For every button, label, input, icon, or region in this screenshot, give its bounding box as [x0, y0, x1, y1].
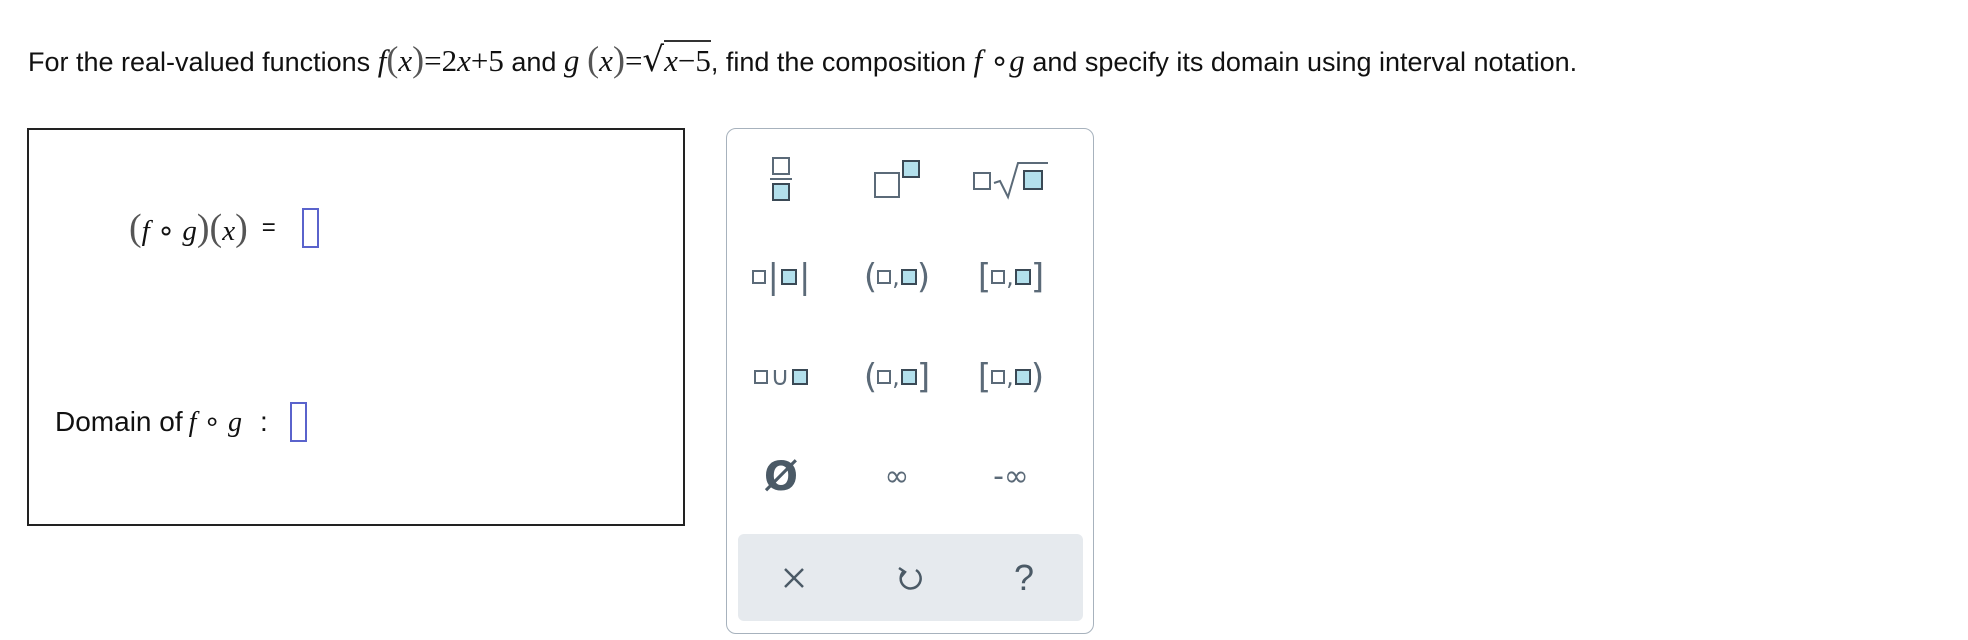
f-definition: f(x)=2x+5 — [377, 39, 504, 79]
domain-symbol: f ∘ g — [188, 407, 242, 438]
box-icon — [900, 269, 917, 285]
answer-area: (f ∘ g)(x) = Domain of f ∘ g : — [27, 128, 685, 526]
open-bracket-icon: [ — [977, 357, 992, 397]
action-bar: ? — [738, 534, 1083, 621]
box-icon — [781, 269, 797, 285]
domain-label: Domain of — [55, 406, 183, 437]
domain-row: Domain of f ∘ g : — [55, 402, 307, 442]
question-prefix: For the real-valued functions — [28, 47, 371, 77]
domain-colon: : — [259, 406, 268, 437]
box-icon — [754, 370, 769, 384]
negative-infinity-button[interactable]: -∞ — [961, 447, 1061, 507]
comma-icon: , — [892, 263, 900, 291]
open-paren-icon: ( — [863, 357, 878, 397]
open-bracket-icon: [ — [977, 257, 992, 297]
close-icon — [784, 568, 804, 588]
open-interval-button[interactable]: ( , ) — [847, 247, 947, 307]
fraction-button[interactable] — [731, 149, 831, 209]
box-icon — [877, 270, 892, 284]
left-open-interval-button[interactable]: ( , ] — [847, 347, 947, 407]
root-icon — [973, 162, 1048, 200]
exponent-button[interactable] — [847, 149, 947, 209]
composition-symbol: f ∘g — [973, 43, 1025, 78]
box-icon — [877, 370, 892, 384]
box-icon — [900, 369, 917, 385]
math-palette: | | ( , ) [ , ] ∪ ( , ] [ , ) Ø ∞ -∞ ? — [726, 128, 1094, 634]
negative-infinity-icon: -∞ — [993, 459, 1029, 494]
bar-icon: | — [767, 257, 779, 297]
comma-icon: , — [1006, 363, 1014, 391]
question-suffix-1: , find the composition — [710, 47, 966, 77]
box-icon — [1014, 369, 1031, 385]
close-bracket-icon: ] — [916, 357, 931, 397]
help-button[interactable]: ? — [994, 554, 1054, 602]
equals-sign: = — [261, 214, 276, 241]
undo-button[interactable] — [880, 554, 940, 602]
right-open-interval-button[interactable]: [ , ) — [961, 347, 1061, 407]
union-icon: ∪ — [770, 362, 790, 392]
question-text: For the real-valued functions f(x)=2x+5 … — [28, 38, 1577, 80]
close-paren-icon: ) — [916, 257, 931, 297]
box-icon — [751, 270, 766, 284]
box-icon — [791, 369, 808, 385]
bar-icon: | — [799, 257, 811, 297]
comma-icon: , — [1006, 263, 1014, 291]
domain-answer-input[interactable] — [289, 402, 307, 442]
nth-root-button[interactable] — [961, 149, 1061, 209]
fraction-icon — [770, 157, 792, 201]
closed-interval-button[interactable]: [ , ] — [961, 247, 1061, 307]
help-icon: ? — [1013, 557, 1035, 598]
empty-set-icon: Ø — [763, 454, 798, 500]
box-icon — [991, 270, 1006, 284]
composition-label: (f ∘ g)(x) — [129, 207, 248, 249]
composition-answer-input[interactable] — [301, 208, 319, 248]
close-bracket-icon: ] — [1030, 257, 1045, 297]
open-paren-icon: ( — [863, 257, 878, 297]
question-and: and — [511, 47, 557, 77]
clear-button[interactable] — [764, 554, 824, 602]
g-definition: g (x)=√x−5 — [563, 39, 711, 80]
composition-row: (f ∘ g)(x) = — [129, 206, 319, 250]
infinity-button[interactable]: ∞ — [847, 447, 947, 507]
box-icon — [991, 370, 1006, 384]
union-button[interactable]: ∪ — [731, 347, 831, 407]
infinity-icon: ∞ — [884, 459, 910, 494]
question-suffix-2: and specify its domain using interval no… — [1032, 47, 1578, 77]
box-icon — [1014, 269, 1031, 285]
exponent-icon — [874, 160, 920, 198]
close-paren-icon: ) — [1030, 357, 1045, 397]
comma-icon: , — [892, 363, 900, 391]
absolute-value-button[interactable]: | | — [731, 247, 831, 307]
undo-icon — [898, 566, 922, 590]
empty-set-button[interactable]: Ø — [731, 447, 831, 507]
